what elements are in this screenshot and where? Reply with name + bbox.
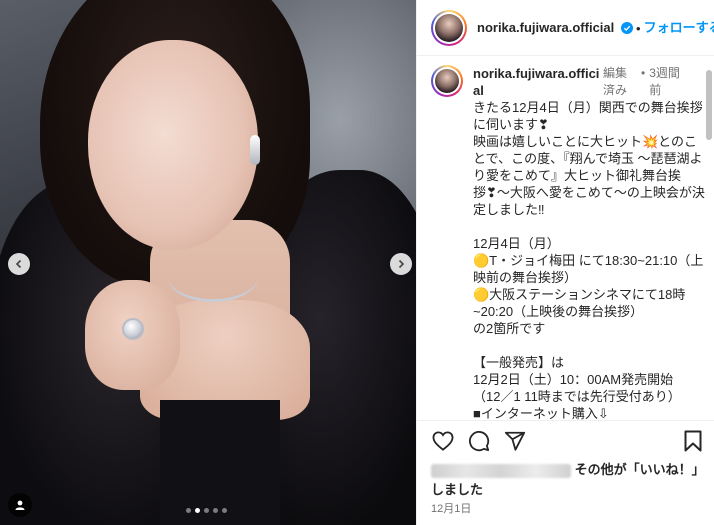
carousel-dot[interactable] — [213, 508, 218, 513]
follow-button[interactable]: フォローする — [644, 19, 714, 36]
photo-necklace — [168, 252, 258, 302]
carousel-dot[interactable] — [204, 508, 209, 513]
carousel-prev-button[interactable] — [8, 253, 30, 275]
meta-separator: • — [641, 66, 646, 80]
comment-button[interactable] — [467, 429, 491, 453]
author-avatar[interactable] — [431, 9, 467, 46]
comment-icon — [468, 430, 490, 451]
chevron-right-icon — [398, 259, 405, 269]
caption-username[interactable]: norika.fujiwara.official — [473, 65, 601, 99]
chevron-left-icon — [15, 259, 22, 269]
header-separator: • — [636, 20, 641, 36]
comments-scrollbar[interactable] — [706, 60, 712, 410]
photo-ring — [122, 318, 144, 340]
author-username[interactable]: norika.fujiwara.official — [477, 19, 619, 36]
carousel-dot[interactable] — [186, 508, 191, 513]
user-tag-icon — [15, 500, 25, 510]
caption-time[interactable]: 3週間前 — [649, 65, 683, 99]
carousel-dot-active[interactable] — [195, 508, 200, 513]
carousel-dot[interactable] — [222, 508, 227, 513]
post-side-panel: norika.fujiwara.official • フォローする norika… — [416, 0, 714, 525]
like-button[interactable] — [431, 429, 455, 453]
likes-summary[interactable]: その他が「いいね！」しました — [431, 460, 707, 500]
carousel-next-button[interactable] — [390, 253, 412, 275]
heart-icon — [432, 430, 454, 451]
user-tag-button[interactable] — [8, 493, 32, 517]
post-date[interactable]: 12月1日 — [431, 500, 471, 516]
liked-by-names-blurred — [431, 463, 571, 478]
photo-face — [88, 40, 258, 250]
post-photo[interactable] — [0, 0, 416, 525]
share-button[interactable] — [503, 429, 527, 453]
bookmark-icon — [684, 430, 702, 451]
comments-area[interactable]: norika.fujiwara.official 編集済み • 3週間前 きたる… — [417, 57, 714, 420]
scrollbar-thumb[interactable] — [706, 70, 712, 140]
caption-text: きたる12月4日（月）関西での舞台挨拶に伺います❣ 映画は嬉しいことに大ヒット💥… — [473, 100, 705, 420]
post-header: norika.fujiwara.official • フォローする — [417, 0, 714, 56]
photo-dress — [160, 400, 280, 525]
photo-earring — [250, 135, 260, 165]
avatar-image — [435, 69, 459, 93]
avatar-image — [435, 13, 463, 42]
action-bar — [417, 420, 714, 460]
caption-author-avatar[interactable] — [431, 65, 463, 97]
save-button[interactable] — [681, 429, 705, 453]
verified-badge-icon — [621, 21, 633, 34]
caption: norika.fujiwara.official 編集済み • 3週間前 きたる… — [431, 65, 705, 420]
share-icon — [504, 431, 526, 451]
carousel-dots — [186, 508, 227, 513]
edited-label: 編集済み — [603, 66, 628, 97]
